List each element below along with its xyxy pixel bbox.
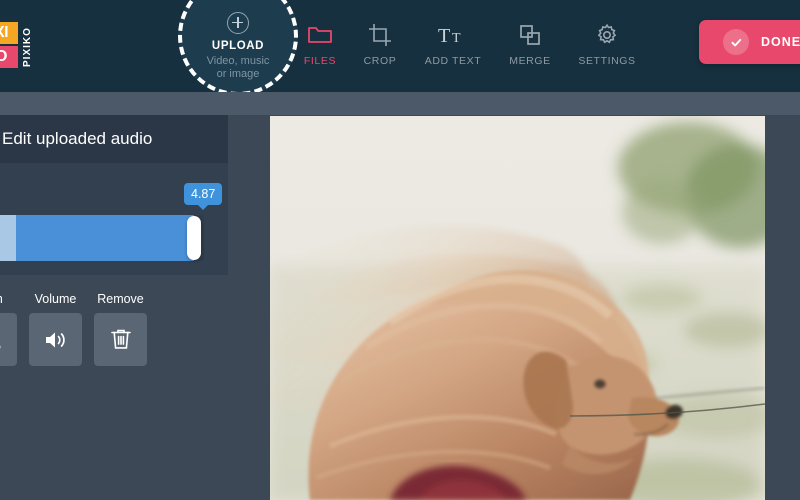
- slider-track-preroll: [0, 215, 16, 261]
- edit-audio-panel-header: Edit uploaded audio: [0, 115, 228, 163]
- tab-add-text[interactable]: T T ADD TEXT: [415, 22, 491, 67]
- tab-add-text-label: ADD TEXT: [424, 55, 482, 67]
- gear-icon: [595, 22, 619, 48]
- slider-track[interactable]: [0, 215, 204, 261]
- check-circle-icon: [723, 29, 749, 55]
- trim-button[interactable]: [0, 313, 17, 366]
- slider-end-bubble: 4.87: [184, 183, 223, 210]
- panel-title: Edit uploaded audio: [2, 129, 153, 148]
- upload-subtitle-line2: or image: [216, 67, 260, 80]
- tab-crop-label: CROP: [363, 55, 397, 67]
- tab-settings[interactable]: SETTINGS: [569, 22, 645, 67]
- plus-circle-icon: [227, 11, 249, 34]
- scissors-icon: [0, 328, 3, 352]
- merge-icon: [518, 22, 542, 48]
- trim-action[interactable]: Trim: [0, 292, 17, 366]
- edit-audio-panel: Edit uploaded audio 0.00 4.87: [0, 115, 228, 275]
- text-icon: T T: [438, 22, 468, 48]
- upload-subtitle-line1: Video, music: [206, 54, 270, 67]
- video-preview[interactable]: [270, 116, 765, 500]
- slider-track-selection: [16, 215, 194, 261]
- crop-icon: [368, 22, 392, 48]
- tab-merge-label: MERGE: [509, 55, 551, 67]
- tab-settings-label: SETTINGS: [578, 55, 636, 67]
- svg-text:T: T: [452, 31, 461, 46]
- upload-subtitle: Video, music or image: [207, 55, 270, 81]
- trash-icon: [110, 329, 131, 349]
- upload-button[interactable]: UPLOAD Video, music or image: [178, 0, 298, 96]
- volume-action-label: Volume: [34, 292, 77, 306]
- pixiko-editor-app: XI O PIXIKO UPLOAD Video, music or image: [0, 0, 800, 500]
- volume-action[interactable]: Volume: [29, 292, 82, 366]
- folder-icon: [307, 22, 333, 48]
- done-button[interactable]: DONE: [699, 20, 800, 64]
- top-toolbar: XI O PIXIKO UPLOAD Video, music or image: [0, 0, 800, 96]
- logo-tile-bottom: O: [0, 46, 18, 68]
- audio-action-buttons: Trim Volume: [0, 292, 147, 366]
- done-button-label: DONE: [761, 35, 800, 49]
- audio-range-slider[interactable]: 0.00 4.87: [0, 163, 228, 275]
- logo-glyph-top: XI: [0, 24, 9, 41]
- remove-button[interactable]: [94, 313, 147, 366]
- remove-action[interactable]: Remove: [94, 292, 147, 366]
- volume-button[interactable]: [29, 313, 82, 366]
- preview-frame: [270, 116, 765, 500]
- logo-tile-top: XI: [0, 22, 18, 44]
- slider-handle-end[interactable]: [187, 216, 201, 260]
- remove-action-label: Remove: [97, 292, 144, 306]
- tab-files-label: FILES: [303, 55, 337, 67]
- logo-tiles: XI O: [0, 22, 18, 68]
- svg-text:T: T: [438, 25, 450, 46]
- upload-title: UPLOAD: [211, 39, 265, 52]
- toolbar-divider-band: [0, 92, 800, 115]
- speaker-icon: [45, 332, 65, 347]
- logo-wordmark: PIXIKO: [22, 27, 33, 67]
- logo-glyph-bottom: O: [0, 48, 7, 65]
- pixiko-logo[interactable]: XI O PIXIKO: [0, 22, 34, 68]
- tab-merge[interactable]: MERGE: [492, 22, 568, 67]
- tab-crop[interactable]: CROP: [342, 22, 418, 67]
- trim-action-label: Trim: [0, 292, 3, 306]
